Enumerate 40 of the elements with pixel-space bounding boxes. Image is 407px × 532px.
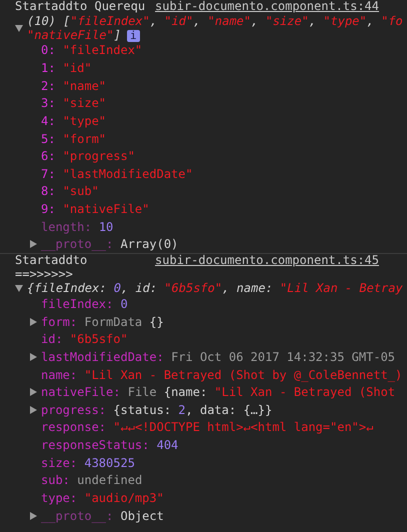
object-summary[interactable]: {fileIndex: 0, id: "6b5sfo", name: "Lil Xan - Betray xyxy=(27,281,403,296)
property-entry: 8: "sub" xyxy=(41,184,99,198)
collapse-arrow-icon[interactable] xyxy=(15,24,23,32)
expand-arrow-icon[interactable] xyxy=(29,512,37,520)
property-entry: 0: "fileIndex" xyxy=(41,43,142,58)
property-entry: __proto__: Object xyxy=(41,508,164,523)
expand-arrow-icon[interactable] xyxy=(29,318,37,326)
source-link[interactable]: subir-documento.component.ts:44 xyxy=(155,0,380,14)
property-entry: response: "↵↵<!DOCTYPE html>↵<html lang="en">↵ xyxy=(41,420,374,434)
property-entry: progress: {status: 2, data: {…}} xyxy=(41,402,272,417)
expand-arrow-icon[interactable] xyxy=(29,240,37,248)
source-link[interactable]: subir-documento.component.ts:45 xyxy=(155,254,379,282)
property-entry: 2: "name" xyxy=(41,78,106,93)
info-badge[interactable]: i xyxy=(126,30,140,42)
property-entry: id: "6b5sfo" xyxy=(41,332,128,346)
collapse-arrow-icon[interactable] xyxy=(15,284,23,292)
property-entry: responseStatus: 404 xyxy=(41,438,178,452)
property-entry: form: FormData {} xyxy=(41,314,164,329)
expand-arrow-icon[interactable] xyxy=(29,388,37,396)
property-entry: 3: "size" xyxy=(41,96,106,110)
property-entry: 9: "nativeFile" xyxy=(41,202,150,216)
object-summary[interactable]: (10) ["fileIndex", "id", "name", "size", "type", "fo "nativeFile"] i xyxy=(27,14,403,42)
property-entry: 4: "type" xyxy=(41,114,106,128)
property-entry: 1: "id" xyxy=(41,60,92,75)
property-entry: length: 10 xyxy=(41,220,114,234)
property-entry: name: "Lil Xan - Betrayed (Shot by @_ColeBennett_) xyxy=(41,368,402,382)
property-entry: 7: "lastModifiedDate" xyxy=(41,166,193,181)
log-message: Startaddto ==>>>>>> xyxy=(15,254,88,282)
property-entry: sub: undefined xyxy=(41,473,142,488)
property-entry: size: 4380525 xyxy=(41,456,135,470)
property-entry: __proto__: Array(0) xyxy=(41,237,178,252)
property-entry: 5: "form" xyxy=(41,132,106,146)
property-entry: type: "audio/mp3" xyxy=(41,491,164,506)
property-entry: 6: "progress" xyxy=(41,149,135,164)
property-entry: fileIndex: 0 xyxy=(41,297,128,311)
property-entry: nativeFile: File {name: "Lil Xan - Betrayed (Shot xyxy=(41,385,396,400)
property-entry: lastModifiedDate: Fri Oct 06 2017 14:32:35 GMT-05 xyxy=(41,350,396,364)
expand-arrow-icon[interactable] xyxy=(29,406,37,414)
log-message: Startaddto Querequ xyxy=(15,0,146,14)
expand-arrow-icon[interactable] xyxy=(29,352,37,361)
